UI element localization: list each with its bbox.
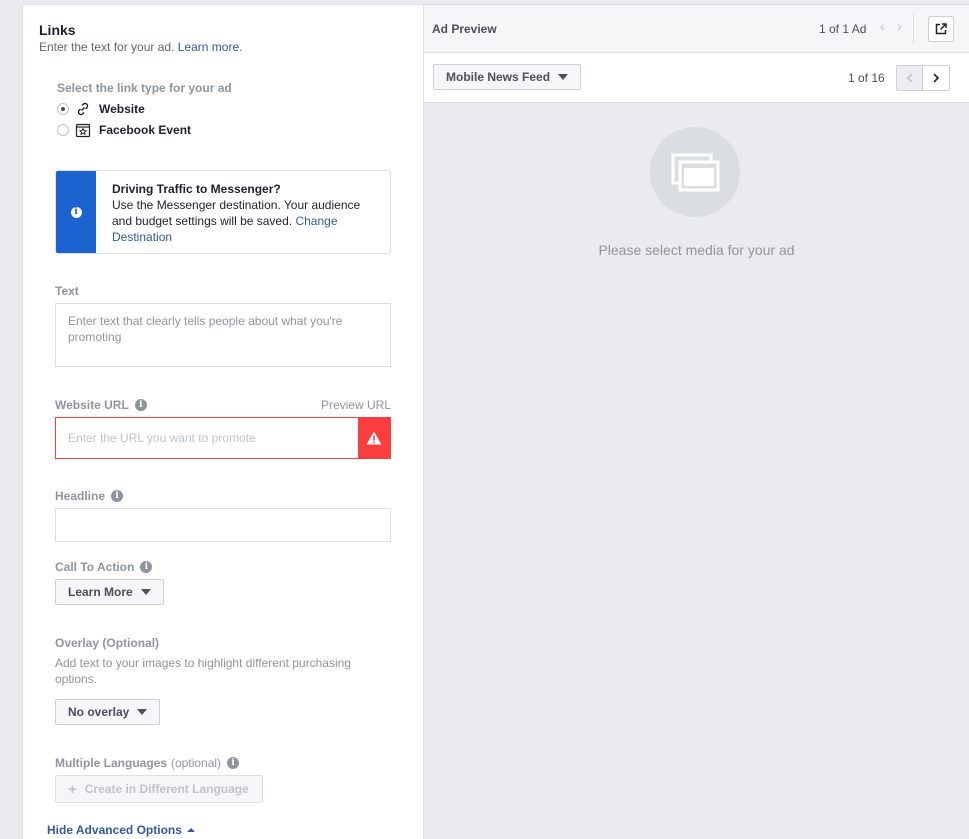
website-url-label: Website URL i xyxy=(55,398,147,412)
info-icon[interactable]: i xyxy=(227,757,240,769)
headline-input[interactable] xyxy=(55,508,391,542)
call-to-action-value: Learn More xyxy=(68,585,133,599)
info-icon[interactable]: i xyxy=(134,399,147,411)
overlay-label: Overlay (Optional) xyxy=(55,636,159,650)
languages-label-text: Multiple Languages xyxy=(55,756,168,770)
chevron-right-icon[interactable]: › xyxy=(897,18,902,34)
create-different-language-button[interactable]: + Create in Different Language xyxy=(55,775,263,803)
website-url-label-text: Website URL xyxy=(55,398,129,412)
open-external-button[interactable] xyxy=(928,16,954,42)
link-icon xyxy=(75,101,91,117)
caret-down-icon xyxy=(137,709,148,715)
empty-preview-message: Please select media for your ad xyxy=(598,242,795,258)
website-url-input[interactable]: Enter the URL you want to promote xyxy=(55,417,391,459)
link-type-label: Select the link type for your ad xyxy=(57,81,232,95)
overlay-dropdown[interactable]: No overlay xyxy=(55,699,161,725)
link-type-event-option[interactable]: Facebook Event xyxy=(57,122,191,138)
multiple-languages-label: Multiple Languages (optional) i xyxy=(55,756,240,770)
preview-url-link[interactable]: Preview URL xyxy=(321,398,391,412)
website-option-label: Website xyxy=(99,102,145,116)
placement-dropdown[interactable]: Mobile News Feed xyxy=(433,64,582,90)
page-count: 1 of 16 xyxy=(848,71,885,85)
url-placeholder: Enter the URL you want to promote xyxy=(68,431,256,445)
overlay-value: No overlay xyxy=(68,705,130,719)
chevron-right-icon xyxy=(933,73,940,83)
messenger-info-box: i Driving Traffic to Messenger? Use the … xyxy=(55,170,391,254)
headline-label-text: Headline xyxy=(55,489,106,503)
previous-page-button[interactable] xyxy=(896,65,923,91)
info-text: Driving Traffic to Messenger? Use the Me… xyxy=(112,181,382,245)
chevron-left-icon xyxy=(906,73,913,83)
call-to-action-dropdown[interactable]: Learn More xyxy=(55,579,164,605)
event-icon xyxy=(75,122,91,138)
media-placeholder xyxy=(650,127,740,217)
page-navigation xyxy=(896,65,950,91)
subtitle-text: Enter the text for your ad. xyxy=(39,40,175,54)
warning-icon xyxy=(358,418,390,458)
create-language-label: Create in Different Language xyxy=(84,782,249,796)
headline-label: Headline i xyxy=(55,489,124,503)
section-subtitle: Enter the text for your ad. Learn more. xyxy=(39,40,242,54)
info-icon: i xyxy=(70,206,82,218)
languages-optional: (optional) xyxy=(171,756,222,770)
section-title: Links xyxy=(39,22,76,38)
ad-preview-header: Ad Preview 1 of 1 Ad ‹ › xyxy=(424,5,969,53)
website-radio[interactable] xyxy=(57,103,69,115)
info-icon[interactable]: i xyxy=(140,561,153,573)
overlay-description: Add text to your images to highlight dif… xyxy=(55,656,351,686)
images-icon xyxy=(671,153,720,192)
text-label: Text xyxy=(55,284,79,298)
info-icon[interactable]: i xyxy=(111,490,124,502)
call-to-action-label: Call To Action i xyxy=(55,560,153,574)
facebook-event-option-label: Facebook Event xyxy=(99,123,192,137)
caret-down-icon xyxy=(140,589,151,595)
ad-count: 1 of 1 Ad xyxy=(819,22,867,36)
learn-more-link[interactable]: Learn more. xyxy=(178,40,243,54)
text-input[interactable]: Enter text that clearly tells people abo… xyxy=(55,303,391,367)
call-to-action-label-text: Call To Action xyxy=(55,560,135,574)
chevron-left-icon[interactable]: ‹ xyxy=(880,18,885,34)
ad-editor-panel: Links Enter the text for your ad. Learn … xyxy=(22,4,969,839)
header-divider xyxy=(913,14,914,44)
external-link-icon xyxy=(935,23,947,35)
info-strip: i xyxy=(56,171,96,253)
overlay-label-text: Overlay (Optional) xyxy=(55,636,160,650)
plus-icon: + xyxy=(68,780,77,798)
advanced-label: Hide Advanced Options xyxy=(47,823,182,837)
next-page-button[interactable] xyxy=(923,65,950,91)
preview-toolbar: Mobile News Feed 1 of 16 xyxy=(424,53,969,103)
hide-advanced-options-link[interactable]: Hide Advanced Options xyxy=(47,823,195,837)
placement-value: Mobile News Feed xyxy=(446,70,551,84)
links-section: Links Enter the text for your ad. Learn … xyxy=(23,5,424,839)
caret-up-icon xyxy=(186,828,195,832)
info-heading: Driving Traffic to Messenger? xyxy=(112,182,281,196)
text-placeholder: Enter text that clearly tells people abo… xyxy=(68,314,343,344)
text-field-label: Text xyxy=(55,284,79,298)
link-type-website-option[interactable]: Website xyxy=(57,101,145,117)
facebook-event-radio[interactable] xyxy=(57,124,69,136)
ad-preview-section: Ad Preview 1 of 1 Ad ‹ › Mobile News Fee… xyxy=(424,5,969,839)
ad-preview-title: Ad Preview xyxy=(432,22,497,36)
radio-selected-dot xyxy=(61,107,65,111)
caret-down-icon xyxy=(558,74,569,80)
